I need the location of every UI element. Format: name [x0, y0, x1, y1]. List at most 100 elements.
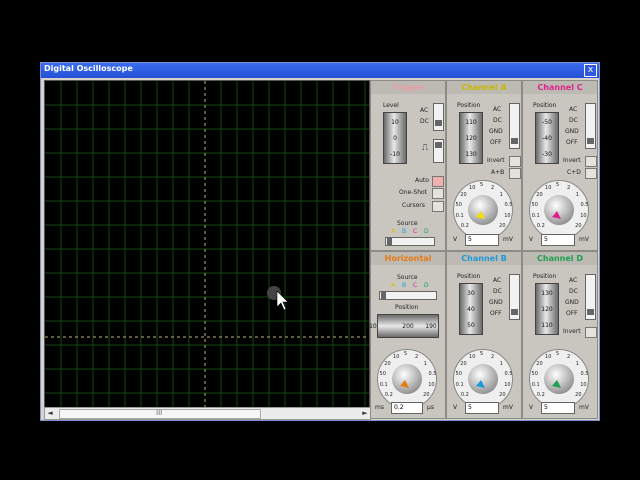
channel-d-ac: AC	[569, 277, 578, 284]
scroll-right-button[interactable]: ►	[360, 408, 370, 419]
channel-d-title: Channel D	[523, 252, 597, 265]
channel-a-volts-dial[interactable]: 0.2 0.1 50 20 10 5 2 1 0.5 10 20	[453, 180, 513, 240]
horizontal-time-dial[interactable]: 0.2 0.1 50 20 10 5 2 1 0.5 10 20	[377, 349, 437, 409]
channel-c-volts-dial[interactable]: 0.2 0.1 50 20 10 5 2 1 0.5 10 20	[529, 180, 589, 240]
channel-d-position-drum[interactable]: 130 120 110	[535, 283, 559, 335]
channel-a-volts-readout[interactable]: 5	[465, 234, 499, 246]
channel-a-sum-label: A+B	[491, 169, 505, 176]
channel-a-coupling-switch[interactable]	[509, 103, 520, 149]
trigger-oneshot-label: One-Shot	[399, 189, 428, 196]
window-title: Digital Oscilloscope	[44, 64, 133, 73]
horizontal-scrollbar[interactable]: ◄ III ►	[44, 407, 371, 420]
channel-b-volts-dial[interactable]: 0.2 0.1 50 20 10 5 2 1 0.5 10 20	[453, 349, 513, 409]
channel-d-unit-v: V	[529, 404, 534, 411]
dial-pointer-icon	[476, 211, 485, 219]
trigger-panel: Trigger Level 10 0 -10 AC DC ⎍ Auto One-Sh…	[370, 80, 446, 251]
horizontal-source-d: D	[424, 282, 429, 289]
close-button[interactable]: x	[584, 64, 597, 77]
title-bar[interactable]: Digital Oscilloscope x	[41, 63, 599, 78]
channel-a-position-label: Position	[457, 102, 481, 109]
trigger-auto-label: Auto	[415, 177, 429, 184]
trigger-coupling-switch[interactable]	[433, 103, 444, 131]
dial-pointer-icon	[552, 211, 561, 219]
channel-b-dc: DC	[493, 288, 502, 295]
channel-a-invert-button[interactable]	[509, 156, 521, 167]
trigger-edge-switch[interactable]	[433, 139, 444, 163]
channel-d-volts-dial[interactable]: 0.2 0.1 50 20 10 5 2 1 0.5 10 20	[529, 349, 589, 409]
channel-a-title: Channel A	[447, 81, 521, 94]
channel-b-panel: Channel B Position 30 40 50 AC DC GND OFF …	[446, 251, 522, 419]
channel-c-title: Channel C	[523, 81, 597, 94]
trigger-oneshot-button[interactable]	[432, 188, 444, 199]
channel-a-panel: Channel A Position 110 120 130 AC DC GND O…	[446, 80, 522, 251]
channel-c-sum-label: C+D	[567, 169, 581, 176]
channel-c-ac: AC	[569, 106, 578, 113]
scope-display[interactable]	[44, 80, 370, 408]
horizontal-source-label: Source	[397, 274, 418, 281]
horizontal-position-label: Position	[395, 304, 419, 311]
channel-b-position-label: Position	[457, 273, 481, 280]
dial-pointer-icon	[552, 380, 561, 388]
horizontal-panel: Horizontal Source A B C D Position 210 20…	[365, 251, 446, 419]
channel-b-unit-v: V	[453, 404, 458, 411]
trigger-source-b: B	[402, 228, 407, 235]
channel-a-sum-button[interactable]	[509, 168, 521, 179]
channel-d-invert-label: Invert	[563, 328, 581, 335]
horizontal-unit-us: µs	[427, 404, 434, 411]
trigger-auto-button[interactable]	[432, 176, 444, 187]
channel-c-panel: Channel C Position -50 -40 -30 AC DC GND O…	[522, 80, 598, 251]
channel-a-invert-label: Invert	[487, 157, 505, 164]
channel-d-unit-mv: mV	[579, 404, 589, 411]
channel-c-unit-v: V	[529, 236, 534, 243]
horizontal-source-slider[interactable]	[379, 291, 437, 300]
channel-c-off: OFF	[566, 139, 578, 146]
oscilloscope-window: Digital Oscilloscope x ◄ III ► Trigger L…	[40, 62, 600, 421]
channel-c-volts-readout[interactable]: 5	[541, 234, 575, 246]
channel-d-position-label: Position	[533, 273, 557, 280]
channel-c-position-drum[interactable]: -50 -40 -30	[535, 112, 559, 164]
channel-b-off: OFF	[490, 310, 502, 317]
trigger-cursors-label: Cursors	[402, 202, 425, 209]
channel-d-dc: DC	[569, 288, 578, 295]
channel-c-position-label: Position	[533, 102, 557, 109]
channel-a-unit-v: V	[453, 236, 458, 243]
horizontal-title: Horizontal	[371, 252, 445, 265]
channel-c-invert-button[interactable]	[585, 156, 597, 167]
trigger-cursors-button[interactable]	[432, 201, 444, 212]
channel-d-volts-readout[interactable]: 5	[541, 402, 575, 414]
channel-a-unit-mv: mV	[503, 236, 513, 243]
channel-a-dc: DC	[493, 117, 502, 124]
trigger-coupling-dc: DC	[420, 118, 429, 125]
scroll-left-button[interactable]: ◄	[45, 408, 55, 419]
channel-b-volts-readout[interactable]: 5	[465, 402, 499, 414]
dial-pointer-icon	[400, 380, 409, 388]
channel-b-coupling-switch[interactable]	[509, 274, 520, 320]
channel-d-gnd: GND	[565, 299, 579, 306]
channel-c-coupling-switch[interactable]	[585, 103, 596, 149]
scroll-thumb[interactable]: III	[59, 409, 261, 419]
channel-a-off: OFF	[490, 139, 502, 146]
horizontal-source-b: B	[402, 282, 407, 289]
edge-icon: ⎍	[422, 143, 429, 153]
channel-b-title: Channel B	[447, 252, 521, 265]
trigger-level-drum[interactable]: 10 0 -10	[383, 112, 407, 164]
horizontal-position-drum[interactable]: 210 200 190	[365, 314, 439, 338]
channel-c-gnd: GND	[565, 128, 579, 135]
trigger-source-label: Source	[397, 220, 418, 227]
trigger-source-a: A	[391, 228, 396, 235]
trigger-source-slider[interactable]	[385, 237, 435, 246]
channel-d-off: OFF	[566, 310, 578, 317]
channel-a-position-drum[interactable]: 110 120 130	[459, 112, 483, 164]
channel-a-gnd: GND	[489, 128, 503, 135]
channel-b-ac: AC	[493, 277, 502, 284]
trigger-coupling-ac: AC	[420, 107, 429, 114]
channel-c-sum-button[interactable]	[585, 168, 597, 179]
horizontal-source-a: A	[391, 282, 396, 289]
horizontal-time-readout[interactable]: 0.2	[391, 402, 423, 414]
channel-d-panel: Channel D Position 130 120 110 AC DC GND O…	[522, 251, 598, 419]
channel-d-coupling-switch[interactable]	[585, 274, 596, 320]
channel-d-invert-button[interactable]	[585, 327, 597, 338]
channel-a-ac: AC	[493, 106, 502, 113]
channel-b-position-drum[interactable]: 30 40 50	[459, 283, 483, 335]
trigger-source-c: C	[413, 228, 418, 235]
